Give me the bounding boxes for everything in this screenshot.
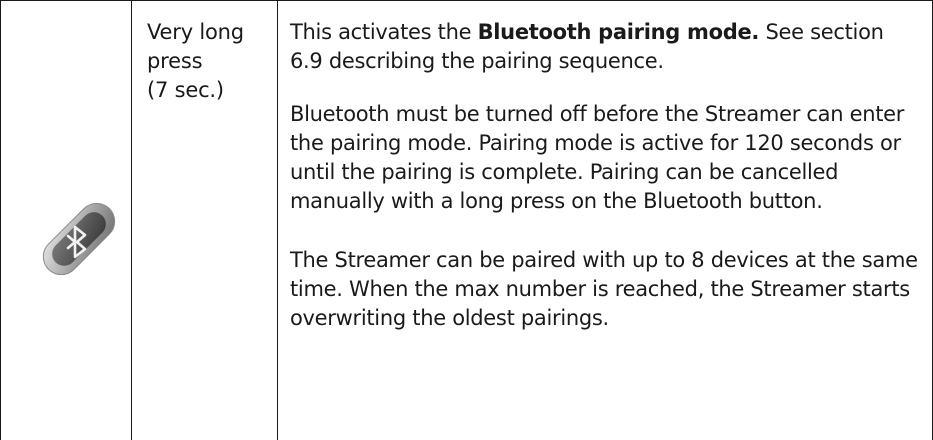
press-duration: Very long press (7 sec.) <box>147 18 277 105</box>
press-line-1: Very long <box>147 20 244 44</box>
column-divider-2 <box>277 0 278 440</box>
instruction-table: Very long press (7 sec.) This activates … <box>0 0 933 440</box>
description-paragraph-3: The Streamer can be paired with up to 8 … <box>290 248 918 330</box>
description-text: This activates the <box>290 20 478 44</box>
press-line-3: (7 sec.) <box>147 78 224 102</box>
description-bold-text: Bluetooth pairing mode. <box>477 20 760 44</box>
description-paragraph-2: Bluetooth must be turned off before the … <box>290 102 905 213</box>
press-line-2: press <box>147 49 203 73</box>
bluetooth-button-icon <box>24 187 134 292</box>
table-top-border <box>0 0 933 1</box>
table-left-border <box>0 0 1 440</box>
description: This activates the Bluetooth pairing mod… <box>290 18 920 333</box>
description-paragraph-1: This activates the Bluetooth pairing mod… <box>290 18 920 76</box>
